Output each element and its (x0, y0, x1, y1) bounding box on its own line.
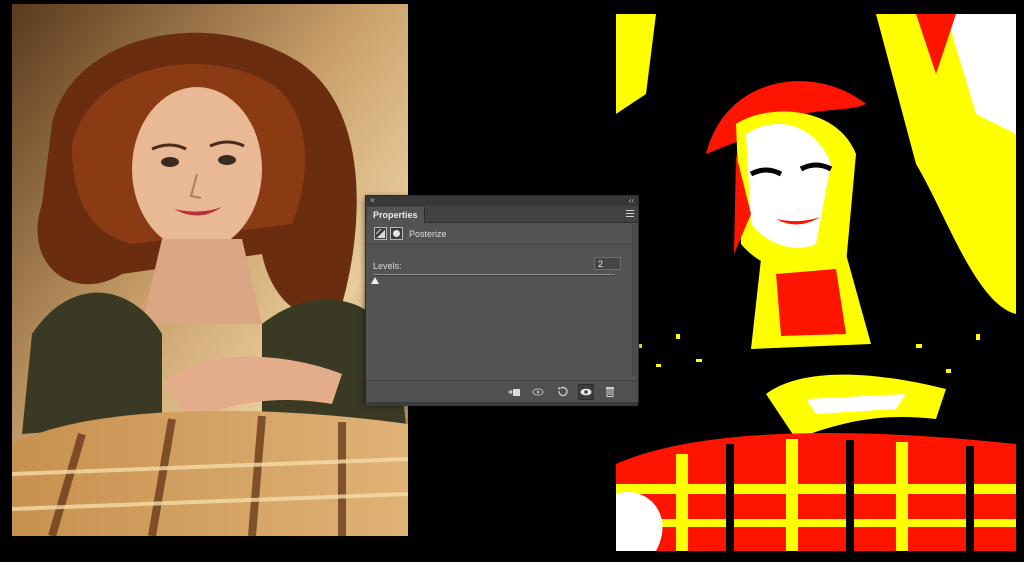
reset-icon[interactable] (554, 384, 570, 400)
levels-value-field[interactable] (594, 257, 621, 270)
posterize-icon[interactable] (374, 227, 387, 240)
panel-footer (366, 380, 638, 402)
panel-bottom-edge (366, 402, 638, 406)
hamburger-icon[interactable] (626, 210, 634, 218)
posterized-portrait-illustration (616, 14, 1016, 551)
visibility-eye-icon[interactable] (578, 383, 594, 400)
panel-title-bar: × ‹‹ (366, 196, 638, 206)
trash-icon[interactable] (602, 384, 618, 400)
clip-to-layer-icon[interactable] (506, 384, 522, 400)
close-icon[interactable]: × (370, 196, 375, 206)
levels-slider-thumb[interactable] (371, 277, 379, 284)
panel-scrollbar[interactable] (632, 224, 637, 376)
original-portrait-illustration (12, 4, 408, 536)
posterized-photo (616, 14, 1016, 551)
adjustment-title: Posterize (409, 228, 447, 239)
collapse-icon[interactable]: ‹‹ (629, 196, 634, 206)
mask-icon[interactable] (390, 227, 403, 240)
levels-slider-track[interactable] (373, 274, 615, 276)
adjustment-header: Posterize (366, 223, 638, 245)
panel-tab-bar: Properties (366, 206, 638, 223)
original-photo (12, 4, 408, 536)
tab-properties[interactable]: Properties (367, 207, 425, 223)
view-previous-state-icon[interactable] (530, 384, 546, 400)
properties-panel: × ‹‹ Properties Posterize Levels: (365, 195, 639, 406)
levels-label: Levels: (373, 261, 402, 271)
